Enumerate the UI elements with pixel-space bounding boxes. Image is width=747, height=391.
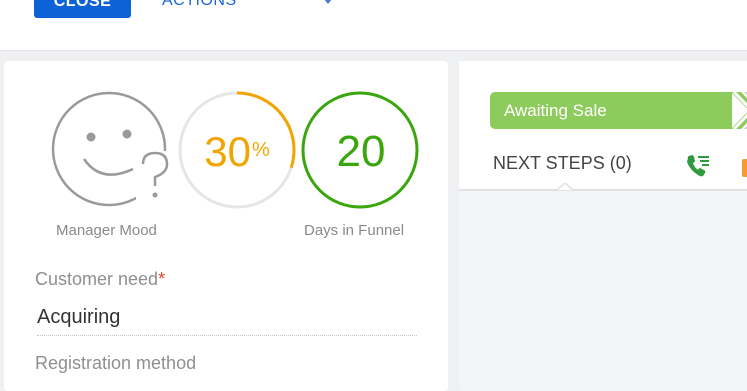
customer-need-label: Customer need*	[35, 269, 165, 290]
manager-mood-label: Manager Mood	[56, 222, 157, 239]
tab-underline	[459, 189, 747, 191]
stage-awaiting-sale[interactable]: Awaiting Sale	[490, 92, 732, 129]
active-tab-indicator	[557, 183, 573, 191]
stage-and-tabs-area: Awaiting Sale NEXT STEPS (0)	[459, 61, 747, 191]
close-button-label: CLOSE	[53, 0, 112, 10]
required-marker: *	[158, 269, 166, 289]
manager-mood-face-icon	[51, 91, 172, 209]
stage-chevron-icon	[731, 92, 747, 129]
actions-button[interactable]: ACTIONS	[162, 0, 237, 18]
top-toolbar: CLOSE ACTIONS	[0, 0, 747, 51]
deal-summary-panel: Manager Mood 30% 20 Days in Funnel Custo…	[4, 61, 448, 391]
phone-list-icon[interactable]	[684, 153, 712, 179]
deal-progress-panel: Awaiting Sale NEXT STEPS (0)	[459, 61, 747, 391]
close-button[interactable]: CLOSE	[34, 0, 131, 18]
customer-need-field[interactable]: Acquiring	[37, 306, 417, 336]
registration-method-label: Registration method	[35, 353, 197, 373]
days-in-funnel-value: 20	[336, 127, 386, 176]
actions-button-label: ACTIONS	[162, 0, 237, 9]
days-in-funnel-label: Days in Funnel	[304, 222, 405, 239]
tab-next-steps[interactable]: NEXT STEPS (0)	[493, 153, 632, 174]
probability-number: 30	[204, 128, 251, 175]
actions-dropdown-caret-icon[interactable]	[322, 0, 334, 6]
probability-unit: %	[251, 139, 270, 161]
task-icon[interactable]	[742, 159, 747, 177]
customer-need-label-text: Customer need	[35, 269, 159, 289]
probability-value: 30%	[176, 127, 298, 177]
